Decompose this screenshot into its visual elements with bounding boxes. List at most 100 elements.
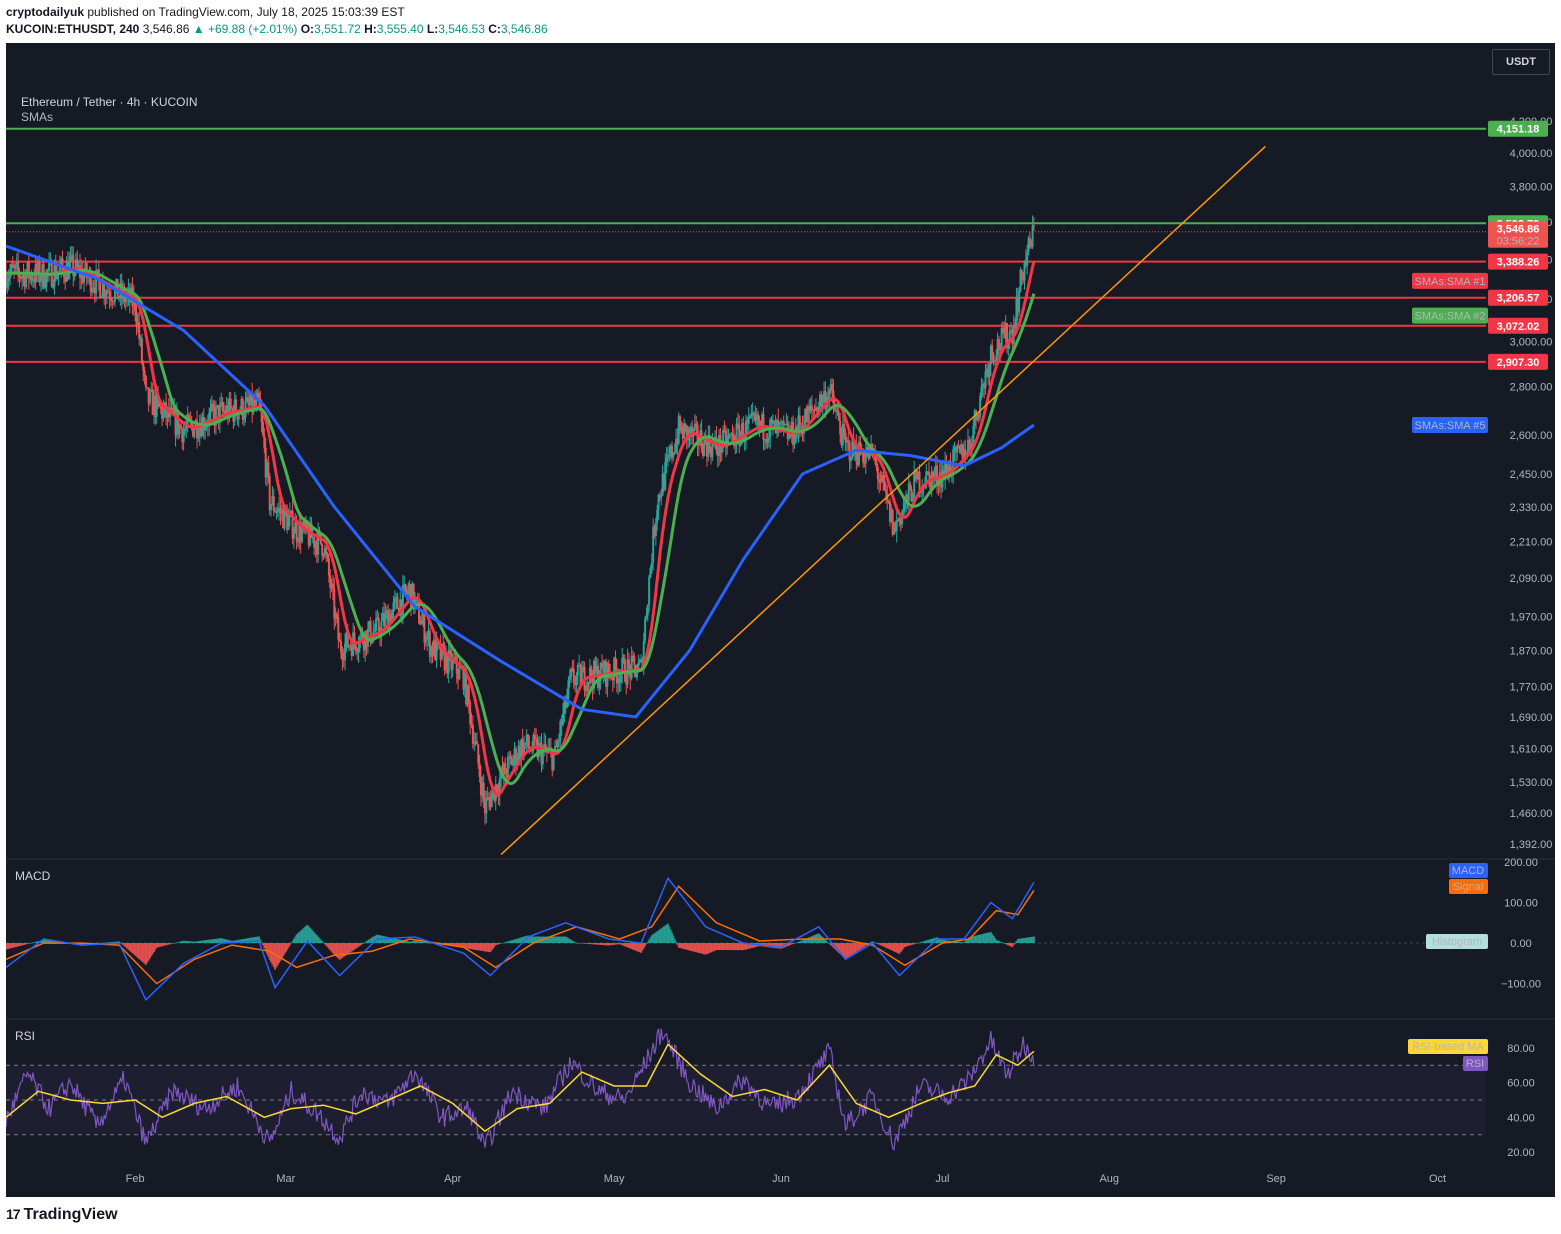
currency-button[interactable]: USDT — [1492, 49, 1550, 75]
candle-body-102 — [142, 362, 145, 371]
candle-body-513 — [695, 423, 698, 425]
legend-indicator[interactable]: SMAs — [21, 110, 198, 125]
publish-info: cryptodailyuk published on TradingView.c… — [6, 5, 405, 19]
macd-tick-label: 100.00 — [1504, 898, 1538, 910]
candle-body-104 — [144, 376, 147, 388]
candle-body-479 — [649, 567, 652, 577]
candle-body-351 — [477, 744, 480, 764]
candle-body-251 — [342, 659, 345, 661]
candle-body-480 — [650, 562, 653, 568]
candle-body-1 — [6, 281, 9, 288]
macd-pane-label: MACD — [15, 869, 51, 883]
candle-body-32 — [48, 262, 51, 272]
countdown-label: 03:56:22 — [1497, 236, 1540, 248]
candle-body-51 — [73, 272, 76, 276]
price-tick-label: 2,600.00 — [1510, 430, 1553, 442]
candle-body-246 — [335, 613, 338, 618]
candle-body-210 — [287, 517, 290, 530]
logo-text: TradingView — [23, 1206, 118, 1223]
tradingview-logo-icon: 17 — [6, 1206, 21, 1222]
candle-body-78 — [109, 297, 112, 301]
candle-body-422 — [572, 668, 575, 684]
candle-body-371 — [504, 763, 507, 775]
candle-body-148 — [204, 427, 207, 431]
author-name[interactable]: cryptodailyuk — [6, 5, 84, 19]
x-tick-label: Apr — [444, 1173, 461, 1185]
candle-body-411 — [557, 740, 560, 742]
candle-body-195 — [267, 462, 270, 476]
histogram-bar — [1032, 936, 1035, 944]
macd-tag-label: MACD — [1452, 865, 1484, 877]
candle-body-192 — [263, 434, 266, 448]
candle-body-262 — [357, 647, 360, 653]
x-tick-label: Sep — [1266, 1173, 1286, 1185]
candle-body-725 — [980, 386, 983, 397]
candle-body-311 — [423, 613, 426, 643]
candle-body-569 — [770, 419, 773, 424]
candle-body-761 — [1028, 238, 1031, 243]
candle-body-393 — [533, 735, 536, 739]
sma-tag-label: SMAs:SMA #5 — [1415, 420, 1486, 432]
candle-body-410 — [556, 741, 559, 748]
level-tag-label: 4,151.18 — [1497, 124, 1540, 136]
candle-body-469 — [636, 672, 639, 678]
candle-body-248 — [338, 639, 341, 642]
candle-body-463 — [627, 659, 630, 666]
price-tick-label: 3,000.00 — [1510, 336, 1553, 348]
histogram-bar — [675, 941, 678, 944]
candle-body-272 — [370, 641, 373, 643]
macd-tick-label: 0.00 — [1510, 938, 1531, 950]
candle-body-484 — [656, 509, 659, 523]
rsi-pane-label: RSI — [15, 1029, 36, 1043]
high-value: 3,555.40 — [376, 22, 424, 36]
candle-body-668 — [903, 501, 906, 510]
candle-body-716 — [968, 440, 971, 446]
candle-body-764 — [1032, 225, 1035, 227]
candle-body-80 — [112, 301, 115, 303]
candle-body-240 — [327, 558, 330, 576]
candle-body-628 — [849, 459, 852, 462]
low-value: 3,546.53 — [438, 22, 485, 36]
candle-body-357 — [485, 799, 488, 814]
candle-body-476 — [645, 615, 648, 619]
level-tag-label: 3,072.02 — [1497, 321, 1540, 333]
candle-body-216 — [295, 522, 298, 541]
candle-body-478 — [648, 576, 651, 605]
candle-body-490 — [664, 462, 667, 490]
symbol-ohlc: KUCOIN:ETHUSDT, 240 3,546.86 ▲ +69.88 (+… — [6, 22, 548, 36]
candle-body-74 — [104, 294, 107, 298]
open-value: 3,551.72 — [314, 22, 361, 36]
candle-body-686 — [927, 471, 930, 476]
chart-canvas[interactable]: 4,200.004,000.003,800.003,600.003,400.00… — [6, 43, 1555, 1197]
candle-body-425 — [576, 664, 579, 676]
level-tag-label: 3,206.57 — [1497, 293, 1540, 305]
candle-body-220 — [301, 529, 303, 542]
candle-body-648 — [876, 467, 879, 480]
candle-body-252 — [344, 643, 347, 660]
candle-body-619 — [837, 412, 840, 421]
candle-body-600 — [812, 409, 815, 411]
candle-body-504 — [683, 423, 686, 439]
candle-body-675 — [913, 472, 916, 500]
candle-body-101 — [140, 338, 143, 363]
candle-body-103 — [143, 370, 146, 377]
footer: 17 TradingView — [0, 1198, 1561, 1234]
candle-body-672 — [909, 483, 912, 490]
candle-body-277 — [377, 617, 380, 632]
price-tick-label: 2,450.00 — [1510, 469, 1553, 481]
candle-body-654 — [884, 489, 887, 493]
histogram-bar — [827, 942, 830, 944]
tradingview-logo[interactable]: 17 TradingView — [6, 1206, 118, 1224]
candle-body-471 — [638, 660, 641, 664]
publish-header: cryptodailyuk published on TradingView.c… — [0, 0, 1561, 42]
open-label: O: — [300, 22, 315, 36]
candle-body-180 — [247, 397, 250, 404]
candle-body-288 — [392, 602, 395, 611]
candle-body-249 — [340, 641, 343, 653]
chart-area[interactable]: 4,200.004,000.003,800.003,600.003,400.00… — [6, 43, 1555, 1197]
candle-body-132 — [182, 430, 185, 443]
candle-body-7 — [14, 264, 17, 269]
x-tick-label: Jul — [935, 1173, 949, 1185]
rsi-tick-label: 20.00 — [1507, 1147, 1535, 1159]
trendline — [500, 145, 1266, 855]
